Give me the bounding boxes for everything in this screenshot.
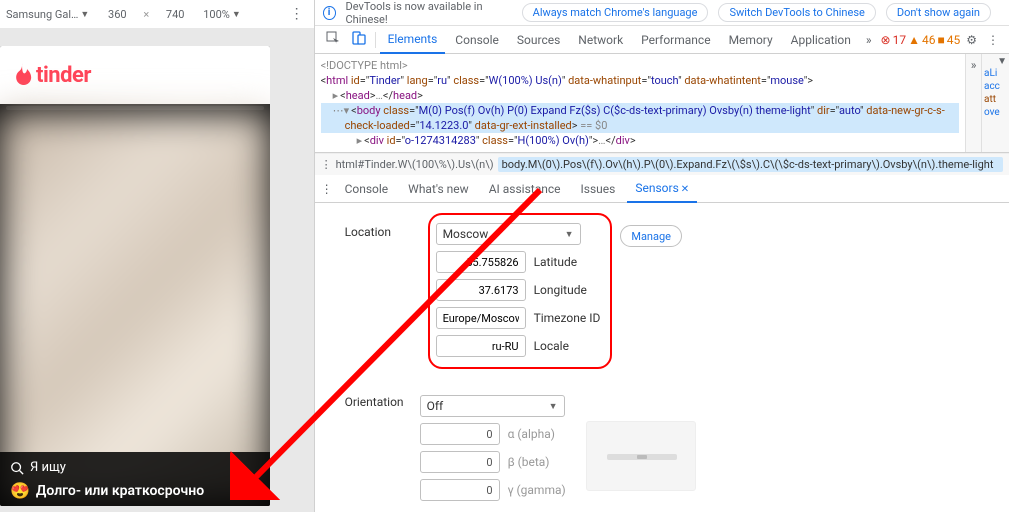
- dom-head[interactable]: ▸<head>…</head>: [321, 88, 959, 103]
- drawer-tab-ai[interactable]: AI assistance: [481, 176, 569, 202]
- gamma-input[interactable]: [420, 479, 500, 501]
- progress-bar: [6, 106, 264, 110]
- drawer-tab-issues[interactable]: Issues: [573, 176, 624, 202]
- tab-network[interactable]: Network: [570, 27, 631, 53]
- dom-html[interactable]: <html id="Tinder" lang="ru" class="W(100…: [321, 73, 959, 88]
- alpha-label: α (alpha): [508, 427, 555, 441]
- relationship-row: 😍 Долго- или краткосрочно: [10, 481, 260, 500]
- sensors-panel: Location Moscow▼ Latitude Longitude Time…: [315, 203, 1009, 512]
- device-frame: tinder Я ищу 😍 Долго- или краткосрочно: [0, 28, 314, 512]
- looking-for-row: Я ищу: [10, 460, 260, 475]
- devtools-panel: i DevTools is now available in Chinese! …: [314, 0, 1009, 512]
- profile-photo[interactable]: [0, 112, 270, 506]
- crumb-body[interactable]: body.M\(0\).Pos\(f\).Ov\(h\).P\(0\).Expa…: [498, 157, 1003, 172]
- info-message: DevTools is now available in Chinese!: [346, 0, 512, 26]
- tab-memory[interactable]: Memory: [721, 27, 781, 53]
- beta-input[interactable]: [420, 451, 500, 473]
- dom-doctype[interactable]: <!DOCTYPE html>: [321, 58, 959, 73]
- switch-chinese-button[interactable]: Switch DevTools to Chinese: [718, 3, 875, 22]
- dom-tree-container: <!DOCTYPE html> <html id="Tinder" lang="…: [315, 54, 1009, 153]
- crumb-kebab-icon[interactable]: ⋮: [321, 158, 332, 171]
- locale-label: Locale: [534, 339, 569, 353]
- tab-sources[interactable]: Sources: [509, 27, 568, 53]
- device-emulator-pane: Samsung Gal…▼ 360 × 740 100%▼ ⋮ tinder Я…: [0, 0, 314, 512]
- error-count[interactable]: ⊗17: [881, 33, 907, 47]
- close-icon[interactable]: ✕: [681, 184, 689, 195]
- location-select[interactable]: Moscow▼: [436, 223, 581, 245]
- dom-body-cont[interactable]: check-loaded="14.1223.0" data-gr-ext-ins…: [321, 118, 959, 133]
- drawer-tabs: ⋮ Console What's new AI assistance Issue…: [315, 175, 1009, 203]
- inspect-icon[interactable]: [321, 28, 345, 51]
- dom-div1[interactable]: ▸<div id="o-1274314283" class="H(100%) O…: [321, 133, 959, 148]
- dont-show-button[interactable]: Don't show again: [886, 3, 991, 22]
- tab-application[interactable]: Application: [783, 27, 859, 53]
- warning-count[interactable]: ▲46: [908, 33, 935, 47]
- location-highlight-box: Moscow▼ Latitude Longitude Timezone ID L…: [428, 213, 613, 369]
- device-height[interactable]: 740: [155, 8, 195, 21]
- orientation-select[interactable]: Off▼: [420, 395, 565, 417]
- device-toggle-icon[interactable]: [347, 28, 371, 51]
- app-header: tinder: [0, 46, 270, 104]
- info-bar: i DevTools is now available in Chinese! …: [315, 0, 1009, 26]
- tab-performance[interactable]: Performance: [633, 27, 718, 53]
- more-tabs-icon[interactable]: »: [861, 30, 877, 50]
- heart-eyes-icon: 😍: [10, 481, 30, 500]
- breadcrumb[interactable]: ⋮ html#Tinder.W\(100\%\).Us\(n\) body.M\…: [315, 153, 1009, 175]
- locale-input[interactable]: [436, 335, 526, 357]
- timezone-label: Timezone ID: [534, 311, 601, 325]
- device-selector[interactable]: Samsung Gal…▼: [4, 6, 91, 23]
- dom-tree[interactable]: <!DOCTYPE html> <html id="Tinder" lang="…: [315, 54, 965, 152]
- styles-sidebar[interactable]: ▼ aLi acc att ove: [981, 54, 1009, 152]
- latitude-input[interactable]: [436, 251, 526, 273]
- timezone-input[interactable]: [436, 307, 526, 329]
- location-section: Location Moscow▼ Latitude Longitude Time…: [345, 213, 1009, 369]
- styles-expand-icon[interactable]: »: [965, 54, 981, 152]
- beta-label: β (beta): [508, 455, 550, 469]
- alpha-input[interactable]: [420, 423, 500, 445]
- tinder-flame-icon: [12, 63, 32, 87]
- crumb-html[interactable]: html#Tinder.W\(100\%\).Us\(n\): [336, 158, 494, 171]
- looking-for-label: Я ищу: [30, 460, 66, 475]
- drawer-tab-console[interactable]: Console: [337, 176, 397, 202]
- profile-bottom-overlay: Я ищу 😍 Долго- или краткосрочно: [0, 452, 270, 506]
- location-label: Location: [345, 213, 420, 239]
- device-width[interactable]: 360: [97, 8, 137, 21]
- settings-icon[interactable]: ⚙: [962, 33, 981, 47]
- zoom-selector[interactable]: 100%▼: [201, 6, 243, 23]
- orientation-section: Orientation Off▼ α (alpha) β (beta): [345, 395, 1009, 512]
- device-menu-icon[interactable]: ⋮: [284, 6, 310, 22]
- dom-body[interactable]: ⋯▾<body class="M(0) Pos(f) Ov(h) P(0) Ex…: [321, 103, 959, 118]
- phone-screen: tinder Я ищу 😍 Долго- или краткосрочно: [0, 46, 270, 506]
- tab-console[interactable]: Console: [447, 27, 507, 53]
- gamma-label: γ (gamma): [508, 483, 566, 497]
- devtools-menu-icon[interactable]: ⋮: [983, 33, 1003, 47]
- search-icon: [10, 461, 24, 475]
- match-language-button[interactable]: Always match Chrome's language: [522, 3, 709, 22]
- main-tabs: Elements Console Sources Network Perform…: [315, 26, 1009, 54]
- dimension-separator: ×: [143, 8, 149, 21]
- drawer-menu-icon[interactable]: ⋮: [321, 182, 333, 196]
- device-toolbar: Samsung Gal…▼ 360 × 740 100%▼ ⋮: [0, 0, 314, 28]
- relationship-text: Долго- или краткосрочно: [36, 483, 204, 499]
- orientation-visual[interactable]: [586, 421, 696, 491]
- info-icon: i: [323, 6, 336, 20]
- longitude-label: Longitude: [534, 283, 587, 297]
- manage-button[interactable]: Manage: [620, 225, 682, 247]
- drawer-tab-sensors[interactable]: Sensors✕: [627, 175, 697, 203]
- latitude-label: Latitude: [534, 255, 578, 269]
- drawer-tab-whatsnew[interactable]: What's new: [400, 176, 477, 202]
- orientation-label: Orientation: [345, 395, 420, 409]
- issue-count[interactable]: ■45: [937, 33, 960, 47]
- tab-elements[interactable]: Elements: [380, 26, 446, 54]
- brand-text: tinder: [36, 63, 91, 88]
- longitude-input[interactable]: [436, 279, 526, 301]
